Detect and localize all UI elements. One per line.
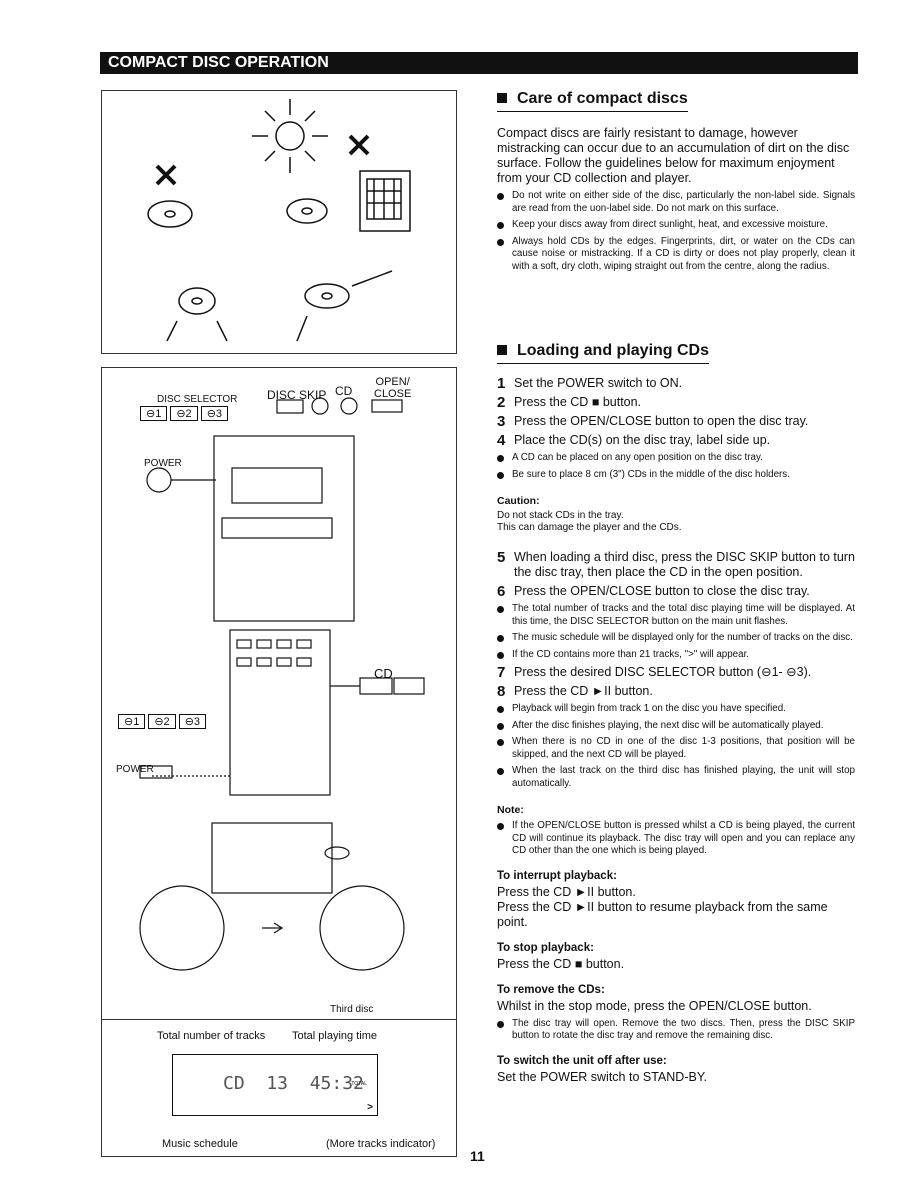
remote-disc-1-button[interactable]: ⊖1 <box>118 714 146 729</box>
step-6: 6 Press the OPEN/CLOSE button to close th… <box>497 583 810 600</box>
stop-text: Press the CD ■ button. <box>497 956 625 971</box>
section-header: COMPACT DISC OPERATION <box>100 52 858 74</box>
off-title: To switch the unit off after use: <box>497 1054 667 1067</box>
remove-bullet: The disc tray will open. Remove the two … <box>497 1018 855 1043</box>
step-4-bullet: Be sure to place 8 cm (3") CDs in the mi… <box>497 469 855 482</box>
loading-heading: Loading and playing CDs <box>497 342 710 364</box>
operation-diagram: DISC SELECTOR DISC SKIP CD OPEN/ CLOSE ⊖… <box>101 367 457 1157</box>
step-7: 7 Press the desired DISC SELECTOR button … <box>497 664 812 681</box>
care-section: Care of compact discs Compact discs are … <box>497 90 855 277</box>
remote-cd-label: CD <box>374 666 393 681</box>
caution-title: Caution: <box>497 495 540 507</box>
caution-line: This can damage the player and the CDs. <box>497 522 682 533</box>
note-text: If the OPEN/CLOSE button is pressed whil… <box>497 820 855 858</box>
manual-page: COMPACT DISC OPERATION DISC SELECTOR DIS… <box>0 0 918 1188</box>
step-2: 2 Press the CD ■ button. <box>497 394 642 411</box>
care-illustration <box>101 90 457 354</box>
stereo-unit-drawing <box>139 397 425 971</box>
care-intro: Compact discs are fairly resistant to da… <box>497 126 850 185</box>
off-text: Set the POWER switch to STAND-BY. <box>497 1069 708 1084</box>
lcd-total: TOTAL <box>351 1081 367 1087</box>
step-8: 8 Press the CD ►II button. <box>497 683 653 700</box>
step-1: 1 Set the POWER switch to ON. <box>497 375 683 392</box>
step-6-bullet: The total number of tracks and the total… <box>497 603 855 628</box>
interrupt-line: Press the CD ►II button to resume playba… <box>497 899 828 929</box>
page-number: 11 <box>470 1148 485 1164</box>
care-heading: Care of compact discs <box>497 90 688 112</box>
third-disc-label: Third disc <box>330 1004 374 1015</box>
lcd-display: CD 13 45:32 TOTAL > <box>172 1054 378 1116</box>
interrupt-line: Press the CD ►II button. <box>497 884 636 899</box>
note-title: Note: <box>497 804 524 816</box>
step-8-bullet: Playback will begin from track 1 on the … <box>497 703 855 716</box>
more-tracks-label: (More tracks indicator) <box>326 1138 436 1150</box>
step-6-bullet: The music schedule will be displayed onl… <box>497 632 855 645</box>
remove-title: To remove the CDs: <box>497 983 605 996</box>
caution-line: Do not stack CDs in the tray. <box>497 510 624 521</box>
step-6-bullet: If the CD contains more than 21 tracks, … <box>497 649 855 662</box>
care-bullet: Keep your discs away from direct sunligh… <box>497 219 855 232</box>
stop-title: To stop playback: <box>497 941 594 954</box>
remote-power-label: POWER <box>116 764 154 775</box>
remove-text: Whilst in the stop mode, press the OPEN/… <box>497 998 812 1013</box>
care-bullet: Always hold CDs by the edges. Fingerprin… <box>497 236 855 274</box>
remote-disc-2-button[interactable]: ⊖2 <box>148 714 176 729</box>
step-8-bullet: When there is no CD in one of the disc 1… <box>497 736 855 761</box>
care-bullet: Do not write on either side of the disc,… <box>497 190 855 215</box>
interrupt-title: To interrupt playback: <box>497 869 617 882</box>
step-8-bullet: After the disc finishes playing, the nex… <box>497 720 855 733</box>
music-schedule-label: Music schedule <box>162 1138 238 1150</box>
disc-care-illustration <box>147 99 411 342</box>
step-5: 5 When loading a third disc, press the DI… <box>497 549 855 579</box>
step-4-bullet: A CD can be placed on any open position … <box>497 452 855 465</box>
total-tracks-label: Total number of tracks <box>157 1030 266 1042</box>
remote-disc-3-button[interactable]: ⊖3 <box>178 714 207 729</box>
lcd-readout: CD 13 45:32 <box>223 1073 364 1094</box>
remote-disc-buttons: ⊖1 ⊖2 ⊖3 <box>118 714 207 729</box>
step-4: 4 Place the CD(s) on the disc tray, label… <box>497 432 771 449</box>
total-time-label: Total playing time <box>292 1030 377 1042</box>
step-8-bullet: When the last track on the third disc ha… <box>497 765 855 790</box>
loading-section: Loading and playing CDs 1 Set the POWER s… <box>497 342 855 1085</box>
step-3: 3 Press the OPEN/CLOSE button to open the… <box>497 413 809 430</box>
